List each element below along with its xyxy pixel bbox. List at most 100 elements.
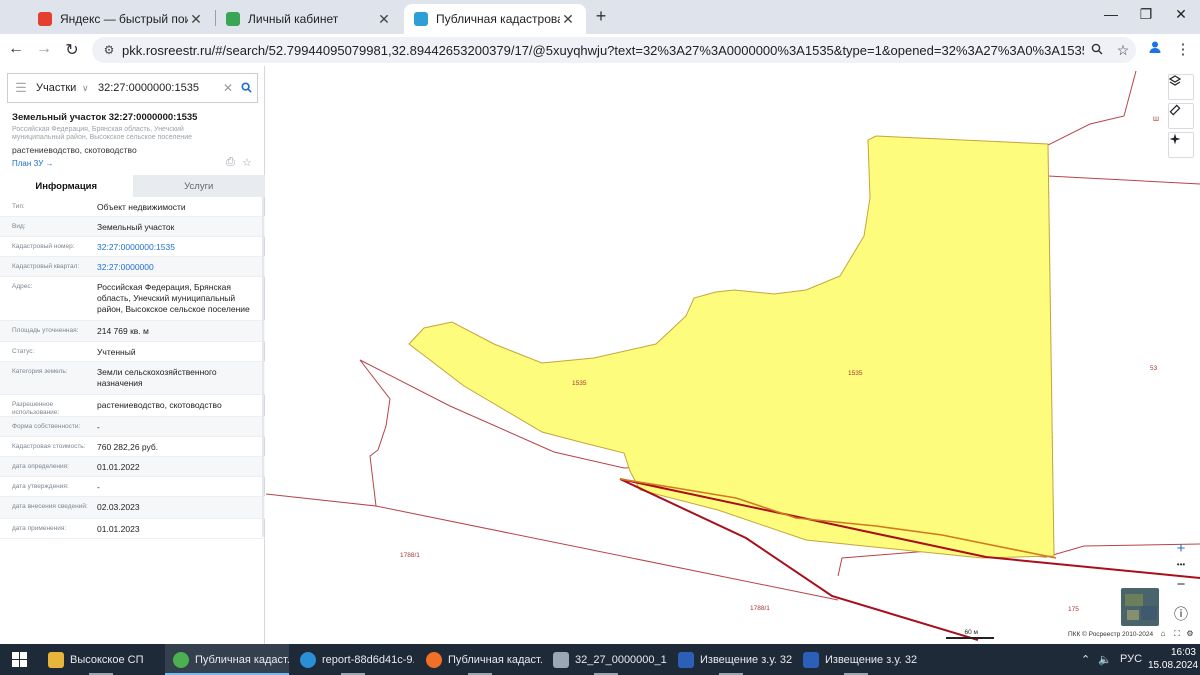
firefox-icon xyxy=(426,651,442,668)
tab-services[interactable]: Услуги xyxy=(132,175,265,197)
boundary-top-right xyxy=(1047,70,1137,168)
print-icon[interactable]: ⎙ xyxy=(226,156,235,169)
language-indicator[interactable]: РУС xyxy=(1120,653,1142,665)
tray-chevron-icon[interactable]: ⌃ xyxy=(1081,653,1090,666)
locate-icon[interactable] xyxy=(1168,132,1194,158)
attribute-row: дата внесения сведений: 02.03.2023 xyxy=(0,497,265,519)
menu-icon[interactable]: ☰ xyxy=(8,80,34,96)
attribute-row: Кадастровая стоимость: 760 282,26 руб. xyxy=(0,437,265,457)
close-icon[interactable]: ✕ xyxy=(560,11,576,28)
attribute-label: Категория земель: xyxy=(12,368,68,375)
tab-cadastral-map[interactable]: Публичная кадастровая карта ✕ xyxy=(404,4,586,34)
parcel-label-175: 175 xyxy=(1068,606,1079,613)
attribute-value: 02.03.2023 xyxy=(97,502,140,512)
parcel-label-edge: Ш xyxy=(1153,116,1159,123)
tab-information[interactable]: Информация xyxy=(0,175,133,197)
info-icon[interactable]: ⓘ xyxy=(1168,602,1194,628)
taskbar-item-label: Публичная кадаст... xyxy=(448,653,542,666)
zoom-in-button[interactable]: + xyxy=(1169,540,1193,557)
close-icon[interactable]: ✕ xyxy=(188,11,204,28)
scale-label: 60 м xyxy=(964,629,978,636)
back-button[interactable]: ← xyxy=(6,40,26,58)
map-copyright: ПКК © Росреестр 2010-2024 xyxy=(1068,631,1154,638)
attribute-row: дата утверждения: - xyxy=(0,477,265,497)
windows-start-icon[interactable] xyxy=(12,652,27,667)
word-icon xyxy=(678,651,694,668)
new-tab-button[interactable]: + xyxy=(592,6,610,27)
bookmark-star-icon[interactable]: ☆ xyxy=(1110,42,1136,59)
taskbar-item[interactable]: report-88d6d41c-9... xyxy=(292,644,414,675)
attribute-value: растениеводство, скотоводство xyxy=(97,400,222,410)
attribute-value: Учтенный xyxy=(97,347,136,357)
taskbar-item[interactable]: Извещение з.у. 32 ... xyxy=(795,644,917,675)
close-icon[interactable]: ✕ xyxy=(376,11,392,28)
attribute-label: дата определения: xyxy=(12,463,69,470)
search-icon[interactable] xyxy=(235,81,257,96)
object-title: Земельный участок 32:27:0000000:1535 xyxy=(12,112,198,123)
taskbar-item-label: Высокское СП xyxy=(70,653,144,666)
taskbar-item[interactable]: Извещение з.у. 32 ... xyxy=(670,644,792,675)
attribute-label: Адрес: xyxy=(12,283,33,290)
close-window-button[interactable]: ✕ xyxy=(1166,6,1196,23)
attribute-row: Тип: Объект недвижимости xyxy=(0,197,265,217)
zoom-out-button[interactable]: − xyxy=(1169,576,1193,593)
menu-kebab-icon[interactable]: ⋮ xyxy=(1172,40,1194,58)
home-icon[interactable]: ⌂ xyxy=(1157,629,1169,638)
parcel-1535 xyxy=(408,135,1055,559)
tab-yandex[interactable]: Яндекс — быстрый поиск в ин ✕ xyxy=(28,4,214,34)
favorite-star-icon[interactable]: ☆ xyxy=(242,156,252,169)
url-text[interactable]: pkk.rosreestr.ru/#/search/52.79944095079… xyxy=(122,43,1084,58)
tab-personal-account[interactable]: Личный кабинет ✕ xyxy=(216,4,402,34)
attribute-value[interactable]: 32:27:0000000 xyxy=(97,262,257,273)
ruler-icon[interactable] xyxy=(1168,103,1194,129)
chevron-down-icon[interactable]: ∨ xyxy=(82,83,96,94)
attribute-value: 760 282,26 руб. xyxy=(97,442,159,452)
tab-title: Публичная кадастровая карта xyxy=(436,12,560,26)
taskbar-item[interactable]: Публичная кадаст... xyxy=(418,644,542,675)
clear-icon[interactable]: ✕ xyxy=(221,81,235,95)
parcel-label-1535b: 1535 xyxy=(848,370,863,377)
layers-icon[interactable] xyxy=(1168,74,1194,100)
search-bar: ☰ Участки ∨ 32:27:0000000:1535 ✕ xyxy=(7,73,258,103)
parcel-label-1788-1b: 1788/1 xyxy=(750,605,770,612)
profile-icon[interactable] xyxy=(1144,40,1166,58)
site-info-icon[interactable]: ⚙ xyxy=(96,43,122,57)
edge-icon xyxy=(300,651,316,668)
search-category-select[interactable]: Участки xyxy=(34,82,82,94)
tab-title: Личный кабинет xyxy=(248,12,339,26)
attribute-row: Категория земель: Земли сельскохозяйствен… xyxy=(0,362,265,395)
attribute-value[interactable]: 32:27:0000000:1535 xyxy=(97,242,257,253)
map-view[interactable]: 1535 1535 53 1788/1 1788/1 175 Ш + ••• −… xyxy=(266,66,1200,644)
object-usage: растениеводство, скотоводство xyxy=(12,145,137,155)
forward-button[interactable]: → xyxy=(34,40,54,58)
minimize-button[interactable]: — xyxy=(1096,6,1126,22)
taskbar-item[interactable]: 32_27_0000000_15... xyxy=(545,644,667,675)
attribute-row: Разрешенное использование: растениеводств… xyxy=(0,395,265,417)
basemap-switcher[interactable] xyxy=(1121,588,1159,626)
zoom-more-button[interactable]: ••• xyxy=(1169,560,1193,569)
yandex-icon xyxy=(38,12,52,26)
attribute-label: Вид: xyxy=(12,223,26,230)
settings-icon[interactable]: ⚙ xyxy=(1184,629,1196,638)
speaker-icon[interactable]: 🔈 xyxy=(1098,653,1112,666)
attribute-value: Земли сельскохозяйственного назначения xyxy=(97,367,217,388)
maximize-button[interactable]: ❐ xyxy=(1131,6,1161,23)
address-bar[interactable]: ⚙ pkk.rosreestr.ru/#/search/52.799440950… xyxy=(92,37,1136,63)
plan-link[interactable]: План ЗУ → xyxy=(12,159,54,168)
attribute-label: Форма собственности: xyxy=(12,423,81,430)
attribute-label: Тип: xyxy=(12,203,25,210)
fullscreen-icon[interactable]: ⛶ xyxy=(1171,629,1183,639)
attribute-label: дата утверждения: xyxy=(12,483,69,490)
taskbar-item[interactable]: Высокское СП xyxy=(40,644,162,675)
reload-button[interactable]: ↻ xyxy=(62,40,82,60)
zoom-icon[interactable] xyxy=(1084,42,1110,58)
search-input[interactable]: 32:27:0000000:1535 xyxy=(96,82,221,94)
taskbar-item[interactable]: Публичная кадаст... xyxy=(165,644,289,675)
taskbar-item-label: report-88d6d41c-9... xyxy=(322,653,414,666)
attribute-label: Кадастровый номер: xyxy=(12,243,75,250)
system-clock[interactable]: 16:03 15.08.2024 xyxy=(1148,646,1198,672)
folder-icon xyxy=(48,651,64,668)
attribute-row: Форма собственности: - xyxy=(0,417,265,437)
panel-scrollbar[interactable] xyxy=(262,197,264,537)
object-address: Российская Федерация, Брянская область, … xyxy=(12,126,193,141)
